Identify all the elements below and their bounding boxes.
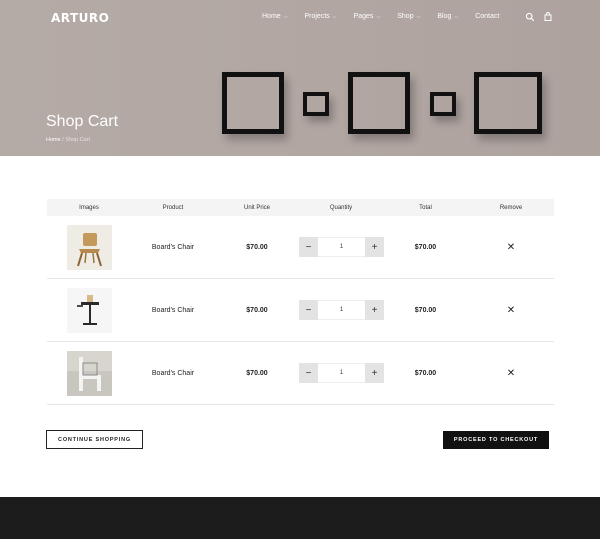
remove-item-button[interactable]: ✕ bbox=[507, 368, 515, 379]
quantity-input[interactable]: 1 bbox=[318, 237, 365, 257]
cell-remove: ✕ bbox=[468, 368, 554, 379]
proceed-to-checkout-button[interactable]: PROCEED TO CHECKOUT bbox=[443, 431, 549, 449]
product-image-table-lamp[interactable] bbox=[66, 287, 112, 333]
unit-price: $70.00 bbox=[246, 369, 268, 377]
column-header-images: Images bbox=[79, 204, 99, 211]
product-name[interactable]: Board's Chair bbox=[131, 244, 215, 251]
nav-pages[interactable]: Pages ⌵ bbox=[354, 13, 381, 20]
chevron-down-icon: ⌵ bbox=[416, 13, 421, 20]
increase-quantity-button[interactable]: + bbox=[365, 237, 384, 257]
nav-projects[interactable]: Projects ⌵ bbox=[304, 13, 336, 20]
search-icon[interactable] bbox=[525, 12, 535, 22]
hero-banner: ARTURO Home ⌵ Projects ⌵ Pages ⌵ Shop ⌵ … bbox=[0, 0, 600, 156]
cell-image bbox=[47, 350, 131, 396]
header-tools bbox=[525, 12, 561, 22]
cell-image bbox=[47, 287, 131, 333]
wall-frame-small bbox=[303, 92, 329, 116]
cell-quantity: − 1 + bbox=[299, 237, 384, 257]
line-total: $70.00 bbox=[414, 306, 437, 314]
product-image-wooden-chair[interactable] bbox=[66, 224, 112, 270]
table-row: Board's Chair $70.00 − 1 + $70.00 ✕ bbox=[47, 342, 554, 405]
column-header-quantity: Quantity bbox=[329, 204, 353, 211]
quantity-input[interactable]: 1 bbox=[318, 363, 365, 383]
cell-image bbox=[47, 224, 131, 270]
white-chair-illustration bbox=[66, 350, 112, 396]
decrease-quantity-button[interactable]: − bbox=[299, 237, 318, 257]
line-total: $70.00 bbox=[414, 369, 437, 377]
wall-frame-small bbox=[430, 92, 456, 116]
unit-price: $70.00 bbox=[246, 243, 268, 251]
site-logo[interactable]: ARTURO bbox=[51, 11, 109, 25]
quantity-stepper: − 1 + bbox=[299, 300, 384, 320]
nav-contact[interactable]: Contact bbox=[475, 13, 499, 20]
cart-table: Images Product Unit Price Quantity Total… bbox=[47, 199, 554, 405]
quantity-stepper: − 1 + bbox=[299, 237, 384, 257]
main-nav: Home ⌵ Projects ⌵ Pages ⌵ Shop ⌵ Blog ⌵ … bbox=[262, 13, 499, 20]
chevron-down-icon: ⌵ bbox=[283, 13, 288, 20]
nav-contact-label: Contact bbox=[475, 13, 500, 20]
nav-blog-label: Blog bbox=[437, 13, 452, 20]
breadcrumb-home-link[interactable]: Home bbox=[46, 137, 61, 143]
column-header-remove: Remove bbox=[499, 204, 523, 211]
nav-projects-label: Projects bbox=[304, 13, 330, 20]
decrease-quantity-button[interactable]: − bbox=[299, 300, 318, 320]
wall-frame-large bbox=[474, 72, 542, 134]
cart-icon[interactable] bbox=[543, 12, 553, 22]
site-footer bbox=[0, 497, 600, 539]
product-name[interactable]: Board's Chair bbox=[131, 307, 215, 314]
product-name[interactable]: Board's Chair bbox=[131, 370, 215, 377]
wooden-chair-illustration bbox=[66, 224, 112, 270]
remove-item-button[interactable]: ✕ bbox=[507, 242, 515, 253]
column-header-unit-price: Unit Price bbox=[243, 204, 270, 211]
side-table-illustration bbox=[66, 287, 112, 333]
cell-remove: ✕ bbox=[468, 305, 554, 316]
nav-home[interactable]: Home ⌵ bbox=[262, 13, 287, 20]
continue-shopping-button[interactable]: CONTINUE SHOPPING bbox=[46, 430, 143, 449]
decrease-quantity-button[interactable]: − bbox=[299, 363, 318, 383]
nav-pages-label: Pages bbox=[353, 13, 374, 20]
chevron-down-icon: ⌵ bbox=[376, 13, 381, 20]
increase-quantity-button[interactable]: + bbox=[365, 363, 384, 383]
nav-shop-label: Shop bbox=[397, 13, 414, 20]
column-header-product: Product bbox=[162, 204, 184, 211]
cell-remove: ✕ bbox=[468, 242, 554, 253]
cell-quantity: − 1 + bbox=[299, 300, 384, 320]
chevron-down-icon: ⌵ bbox=[332, 13, 337, 20]
nav-shop[interactable]: Shop ⌵ bbox=[397, 13, 420, 20]
breadcrumb-current: Shop Cart bbox=[65, 137, 91, 143]
breadcrumb-separator: / bbox=[62, 137, 64, 143]
wall-frame-large bbox=[222, 72, 284, 134]
wall-frame-large bbox=[348, 72, 410, 134]
increase-quantity-button[interactable]: + bbox=[365, 300, 384, 320]
quantity-stepper: − 1 + bbox=[299, 363, 384, 383]
column-header-total: Total bbox=[419, 204, 432, 211]
table-header: Images Product Unit Price Quantity Total… bbox=[47, 199, 554, 216]
table-row: Board's Chair $70.00 − 1 + $70.00 ✕ bbox=[47, 279, 554, 342]
remove-item-button[interactable]: ✕ bbox=[507, 305, 515, 316]
logo-text: ARTURO bbox=[51, 11, 110, 25]
nav-home-label: Home bbox=[262, 13, 281, 20]
cell-quantity: − 1 + bbox=[299, 363, 384, 383]
chevron-down-icon: ⌵ bbox=[454, 13, 459, 20]
quantity-input[interactable]: 1 bbox=[318, 300, 365, 320]
breadcrumb: Home / Shop Cart bbox=[46, 137, 90, 143]
product-image-white-chair[interactable] bbox=[66, 350, 112, 396]
unit-price: $70.00 bbox=[246, 306, 268, 314]
table-row: Board's Chair $70.00 − 1 + $70.00 ✕ bbox=[47, 216, 554, 279]
line-total: $70.00 bbox=[414, 243, 437, 251]
page-title: Shop Cart bbox=[46, 113, 119, 130]
nav-blog[interactable]: Blog ⌵ bbox=[437, 13, 458, 20]
